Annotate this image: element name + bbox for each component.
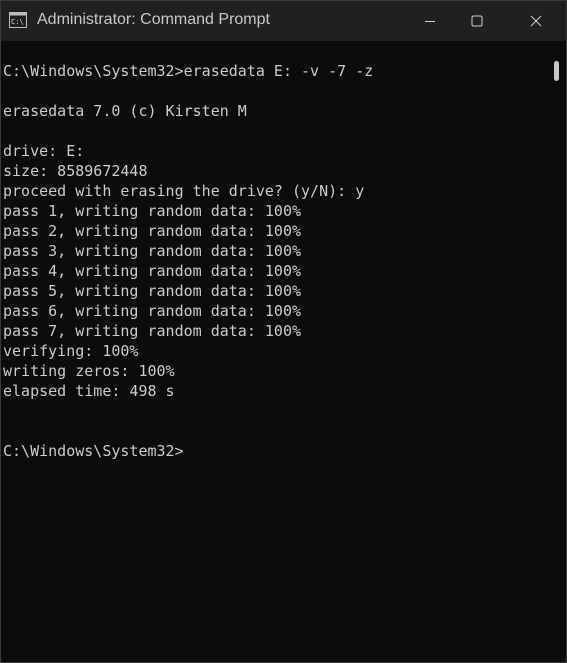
command-prompt-icon: C:\	[9, 12, 27, 28]
window-title: Administrator: Command Prompt	[37, 11, 270, 28]
maximize-button[interactable]	[454, 1, 500, 41]
console-line: size: 8589672448	[3, 162, 148, 180]
console-line: pass 3, writing random data: 100%	[3, 242, 302, 260]
scrollbar-thumb[interactable]	[554, 61, 559, 81]
console-line: erasedata 7.0 (c) Kirsten M	[3, 102, 247, 120]
console-line: pass 2, writing random data: 100%	[3, 222, 302, 240]
console-output[interactable]: C:\Windows\System32>erasedata E: -v -7 -…	[1, 41, 550, 662]
console-line: proceed with erasing the drive? (y/N): y	[3, 182, 365, 200]
title-bar[interactable]: C:\ Administrator: Command Prompt	[1, 1, 566, 41]
console-line: C:\Windows\System32>erasedata E: -v -7 -…	[3, 62, 374, 80]
maximize-icon	[471, 15, 483, 27]
svg-text:C:\: C:\	[11, 18, 24, 26]
console-line: elapsed time: 498 s	[3, 382, 175, 400]
console-line: pass 7, writing random data: 100%	[3, 322, 302, 340]
console-line: pass 1, writing random data: 100%	[3, 202, 302, 220]
minimize-button[interactable]	[407, 1, 453, 41]
console-line: pass 5, writing random data: 100%	[3, 282, 302, 300]
command-prompt-window: C:\ Administrator: Command Prompt C:\Win…	[0, 0, 567, 663]
console-prompt-line: C:\Windows\System32>	[3, 442, 184, 460]
close-icon	[530, 15, 542, 27]
console-line: pass 4, writing random data: 100%	[3, 262, 302, 280]
close-button[interactable]	[513, 1, 559, 41]
vertical-scrollbar[interactable]	[550, 41, 566, 662]
console-line: writing zeros: 100%	[3, 362, 175, 380]
console-line: drive: E:	[3, 142, 85, 160]
minimize-icon	[424, 15, 436, 27]
console-line: verifying: 100%	[3, 342, 139, 360]
console-line: pass 6, writing random data: 100%	[3, 302, 302, 320]
